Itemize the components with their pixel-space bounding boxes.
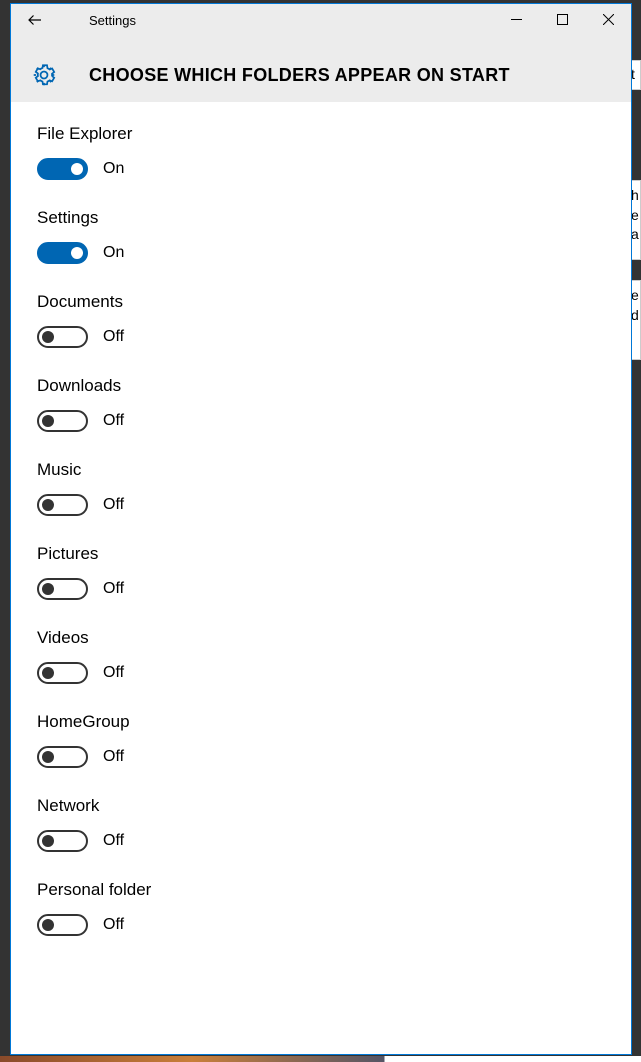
toggle-state-label: Off bbox=[103, 748, 124, 766]
back-arrow-icon bbox=[26, 11, 44, 29]
close-button[interactable] bbox=[585, 4, 631, 34]
toggle-knob bbox=[42, 835, 54, 847]
setting-label: Documents bbox=[37, 292, 605, 312]
toggle-knob bbox=[42, 751, 54, 763]
maximize-button[interactable] bbox=[539, 4, 585, 34]
setting-file-explorer: File Explorer On bbox=[37, 124, 605, 180]
toggle-knob bbox=[71, 163, 83, 175]
toggle-network[interactable] bbox=[37, 830, 88, 852]
setting-videos: Videos Off bbox=[37, 628, 605, 684]
setting-settings: Settings On bbox=[37, 208, 605, 264]
toggle-state-label: Off bbox=[103, 664, 124, 682]
gear-icon bbox=[29, 60, 59, 90]
maximize-icon bbox=[557, 14, 568, 25]
settings-content: File ExplorerOnSettingsOnDocumentsOffDow… bbox=[11, 102, 631, 1054]
toggle-row: Off bbox=[37, 662, 605, 684]
window-controls bbox=[493, 4, 631, 34]
toggle-state-label: On bbox=[103, 160, 124, 178]
toggle-music[interactable] bbox=[37, 494, 88, 516]
setting-label: Pictures bbox=[37, 544, 605, 564]
toggle-row: Off bbox=[37, 914, 605, 936]
toggle-row: Off bbox=[37, 578, 605, 600]
toggle-knob bbox=[42, 919, 54, 931]
setting-downloads: Downloads Off bbox=[37, 376, 605, 432]
toggle-personal-folder[interactable] bbox=[37, 914, 88, 936]
toggle-settings[interactable] bbox=[37, 242, 88, 264]
toggle-state-label: Off bbox=[103, 496, 124, 514]
toggle-pictures[interactable] bbox=[37, 578, 88, 600]
toggle-knob bbox=[42, 667, 54, 679]
toggle-state-label: Off bbox=[103, 832, 124, 850]
setting-music: Music Off bbox=[37, 460, 605, 516]
toggle-state-label: Off bbox=[103, 328, 124, 346]
toggle-row: Off bbox=[37, 494, 605, 516]
toggle-file-explorer[interactable] bbox=[37, 158, 88, 180]
toggle-homegroup[interactable] bbox=[37, 746, 88, 768]
toggle-knob bbox=[71, 247, 83, 259]
close-icon bbox=[603, 14, 614, 25]
minimize-icon bbox=[511, 14, 522, 25]
toggle-row: Off bbox=[37, 746, 605, 768]
setting-homegroup: HomeGroup Off bbox=[37, 712, 605, 768]
back-button[interactable] bbox=[11, 4, 59, 36]
taskbar-fragment bbox=[0, 1056, 641, 1062]
page-heading: CHOOSE WHICH FOLDERS APPEAR ON START bbox=[89, 65, 510, 86]
toggle-knob bbox=[42, 331, 54, 343]
setting-label: Downloads bbox=[37, 376, 605, 396]
toggle-row: Off bbox=[37, 326, 605, 348]
toggle-state-label: Off bbox=[103, 580, 124, 598]
toggle-row: Off bbox=[37, 410, 605, 432]
toggle-knob bbox=[42, 583, 54, 595]
toggle-videos[interactable] bbox=[37, 662, 88, 684]
toggle-row: On bbox=[37, 158, 605, 180]
setting-label: Settings bbox=[37, 208, 605, 228]
setting-label: Music bbox=[37, 460, 605, 480]
minimize-button[interactable] bbox=[493, 4, 539, 34]
setting-label: Personal folder bbox=[37, 880, 605, 900]
toggle-state-label: On bbox=[103, 244, 124, 262]
setting-pictures: Pictures Off bbox=[37, 544, 605, 600]
setting-label: HomeGroup bbox=[37, 712, 605, 732]
settings-window: Settings bbox=[10, 3, 632, 1055]
setting-label: Videos bbox=[37, 628, 605, 648]
setting-documents: Documents Off bbox=[37, 292, 605, 348]
toggle-downloads[interactable] bbox=[37, 410, 88, 432]
toggle-row: On bbox=[37, 242, 605, 264]
toggle-knob bbox=[42, 499, 54, 511]
toggle-state-label: Off bbox=[103, 916, 124, 934]
toggle-documents[interactable] bbox=[37, 326, 88, 348]
setting-network: Network Off bbox=[37, 796, 605, 852]
setting-label: File Explorer bbox=[37, 124, 605, 144]
toggle-row: Off bbox=[37, 830, 605, 852]
titlebar: Settings bbox=[11, 4, 631, 102]
toggle-state-label: Off bbox=[103, 412, 124, 430]
setting-label: Network bbox=[37, 796, 605, 816]
window-title: Settings bbox=[89, 13, 136, 28]
setting-personal-folder: Personal folder Off bbox=[37, 880, 605, 936]
toggle-knob bbox=[42, 415, 54, 427]
